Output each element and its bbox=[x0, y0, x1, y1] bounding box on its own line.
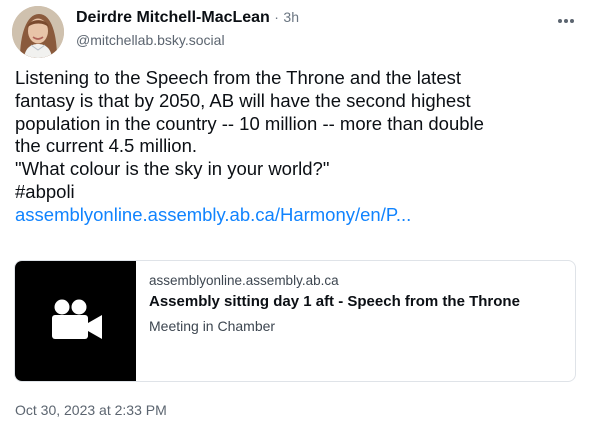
post-text-line: "What colour is the sky in your world?" bbox=[15, 158, 330, 180]
avatar-image bbox=[12, 6, 64, 58]
link-preview-title: Assembly sitting day 1 aft - Speech from… bbox=[149, 293, 520, 310]
post-text-line: Listening to the Speech from the Throne … bbox=[15, 67, 462, 88]
avatar[interactable] bbox=[12, 6, 64, 58]
author-display-name[interactable]: Deirdre Mitchell-MacLean bbox=[76, 9, 270, 26]
video-camera-icon bbox=[51, 299, 102, 339]
link-preview-description: Meeting in Chamber bbox=[149, 318, 276, 334]
link-preview-thumbnail bbox=[15, 261, 136, 381]
post-text-line: the current 4.5 million. bbox=[15, 135, 198, 157]
post-text: Listening to the Speech from the Throne … bbox=[15, 67, 580, 227]
post-link[interactable]: assemblyonline.assembly.ab.ca/Harmony/en… bbox=[15, 204, 580, 227]
author-separator: · bbox=[274, 9, 279, 25]
post-text-line: fantasy is that by 2050, AB will have th… bbox=[15, 89, 471, 111]
post-relative-time[interactable]: 3h bbox=[283, 9, 299, 25]
more-options-button[interactable] bbox=[553, 14, 579, 28]
author-handle[interactable]: @mitchellab.bsky.social bbox=[76, 32, 225, 48]
hashtag-abpoli[interactable]: #abpoli bbox=[15, 181, 580, 204]
ellipsis-icon bbox=[558, 19, 574, 23]
post-text-line: population in the country -- 10 million … bbox=[15, 112, 484, 134]
author-line: Deirdre Mitchell-MacLean · 3h bbox=[76, 9, 299, 27]
link-preview-card[interactable]: assemblyonline.assembly.ab.ca Assembly s… bbox=[14, 260, 576, 382]
link-preview-domain: assemblyonline.assembly.ab.ca bbox=[149, 273, 339, 288]
post-timestamp: Oct 30, 2023 at 2:33 PM bbox=[15, 402, 167, 418]
